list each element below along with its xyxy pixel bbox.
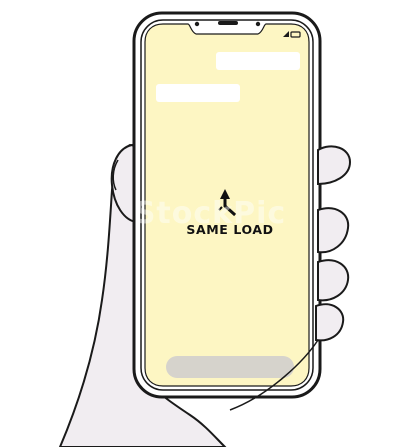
illustration-stage: StockPic SAME LOAD [0, 0, 417, 447]
finger-little [315, 303, 345, 342]
front-camera-dot [194, 21, 200, 27]
home-indicator-bar [166, 356, 294, 378]
speaker-grille [218, 21, 238, 25]
sensor-dot [255, 21, 261, 27]
message-bubble-left [156, 84, 240, 102]
finger-middle [317, 207, 350, 254]
finger-index [317, 145, 352, 186]
finger-ring [317, 259, 350, 302]
load-status-message: SAME LOAD [186, 222, 274, 237]
message-bubble-right [216, 52, 300, 70]
